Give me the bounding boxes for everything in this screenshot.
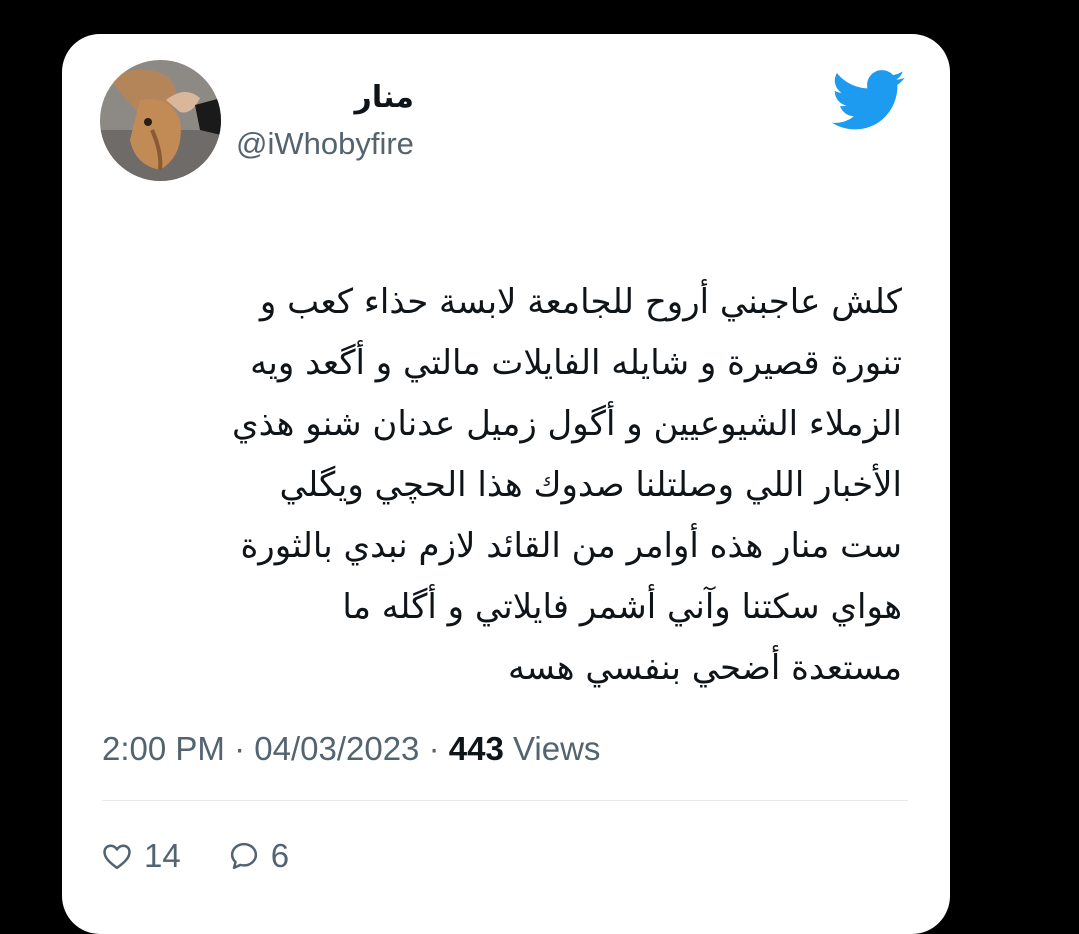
like-count: 14 xyxy=(144,837,181,874)
speech-bubble-icon xyxy=(230,842,257,870)
tweet-text-line: هواي سكتنا وآني أشمر فايلاتي و أگله ما xyxy=(342,587,902,627)
tweet-text: كلش عاجبني أروح للجامعة لابسة حذاء كعب و… xyxy=(112,272,902,699)
tweet-text-line: ست منار هذه أوامر من القائد لازم نبدي با… xyxy=(240,526,902,566)
author-block: منار @iWhobyfire xyxy=(236,78,414,164)
avatar[interactable] xyxy=(100,60,221,181)
tweet-metadata: 2:00 PM · 04/03/2023 · 443 Views xyxy=(102,729,600,769)
twitter-bird-icon xyxy=(831,70,906,132)
reply-button[interactable]: 6 xyxy=(229,837,289,875)
tweet-text-line: الزملاء الشيوعيين و أگول زميل عدنان شنو … xyxy=(232,404,902,444)
tweet-text-line: الأخبار اللي وصلتلنا صدوك هذا الحچي ويگل… xyxy=(279,465,903,505)
tweet-date[interactable]: 04/03/2023 xyxy=(254,730,419,767)
views-label: Views xyxy=(513,730,601,767)
user-handle[interactable]: @iWhobyfire xyxy=(236,124,414,164)
tweet-time[interactable]: 2:00 PM xyxy=(102,730,225,767)
tweet-text-line: كلش عاجبني أروح للجامعة لابسة حذاء كعب و xyxy=(259,282,902,322)
like-button[interactable]: 14 xyxy=(102,837,181,875)
views-count: 443 xyxy=(448,730,504,767)
divider xyxy=(102,800,908,801)
meta-separator: · xyxy=(428,730,440,767)
action-bar: 14 6 xyxy=(102,834,337,878)
meta-separator: · xyxy=(234,730,246,767)
reply-count: 6 xyxy=(270,837,290,874)
tweet-text-line: مستعدة أضحي بنفسي هسه xyxy=(508,648,902,688)
heart-icon xyxy=(103,844,131,870)
display-name[interactable]: منار xyxy=(236,78,414,118)
tweet-text-line: تنورة قصيرة و شايله الفايلات مالتي و أگع… xyxy=(250,343,902,383)
tweet-card: منار @iWhobyfire كلش عاجبني أروح للجامعة… xyxy=(62,34,950,934)
